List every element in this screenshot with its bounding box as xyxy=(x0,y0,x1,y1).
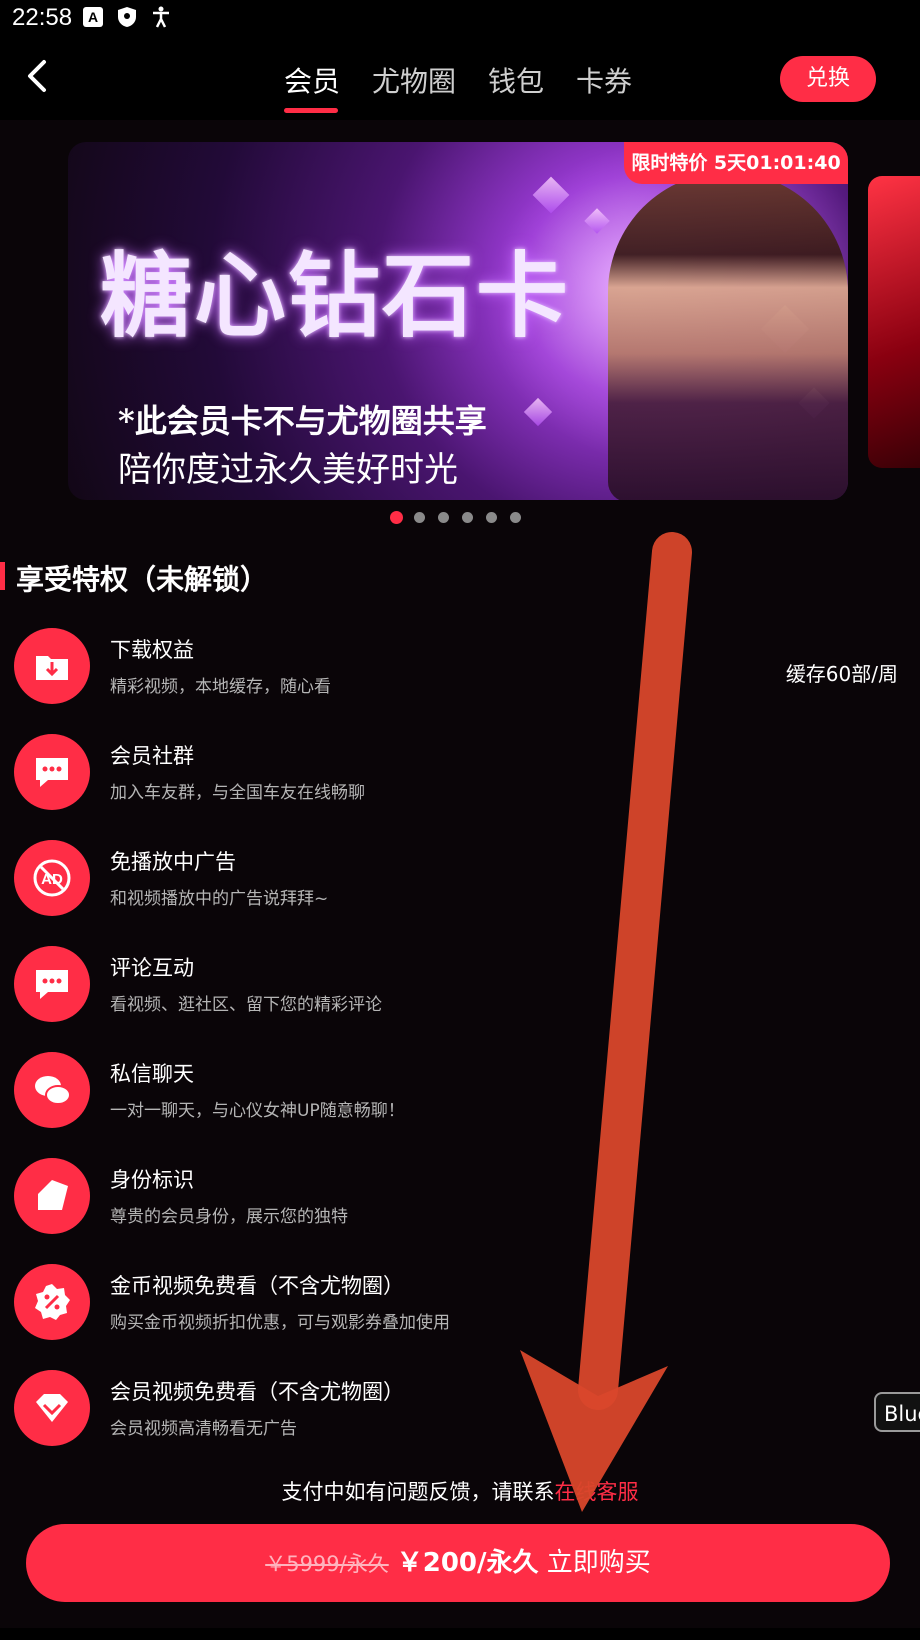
shield-icon xyxy=(118,7,136,27)
tab-member[interactable]: 会员 xyxy=(284,60,340,100)
privilege-name: 下载权益 xyxy=(110,638,194,662)
exchange-button[interactable]: 兑换 xyxy=(780,56,876,102)
chat-bubble-icon xyxy=(14,734,90,810)
privilege-item: AD 免播放中广告 和视频播放中的广告说拜拜~ xyxy=(0,840,920,930)
privilege-desc: 购买金币视频折扣优惠，可与观影券叠加使用 xyxy=(110,1313,450,1333)
accessibility-icon xyxy=(153,6,169,28)
model-photo xyxy=(608,172,848,500)
tag-icon xyxy=(14,1158,90,1234)
no-ads-icon: AD xyxy=(14,840,90,916)
privilege-desc: 精彩视频，本地缓存，随心看 xyxy=(110,677,331,697)
banner-slogan: 陪你度过永久美好时光 xyxy=(118,450,458,490)
privilege-name: 会员社群 xyxy=(110,744,194,768)
privilege-desc: 尊贵的会员身份，展示您的独特 xyxy=(110,1207,348,1227)
privileges-title: 享受特权（未解锁） xyxy=(16,563,269,596)
svg-text:A: A xyxy=(88,9,98,25)
privilege-item: 金币视频免费看（不含尤物圈） 购买金币视频折扣优惠，可与观影券叠加使用 xyxy=(0,1264,920,1354)
status-time: 22:58 xyxy=(12,4,73,31)
privilege-name: 评论互动 xyxy=(110,956,194,980)
buy-action-label: 立即购买 xyxy=(546,1548,651,1578)
carousel-dot[interactable] xyxy=(510,512,521,523)
carousel-dot[interactable] xyxy=(438,512,449,523)
buy-now-button[interactable]: ￥5999/永久 ￥200/永久 立即购买 xyxy=(26,1524,890,1602)
privilege-item: 下载权益 精彩视频，本地缓存，随心看 缓存60部/周 xyxy=(0,628,920,718)
online-service-link[interactable]: 在线客服 xyxy=(555,1480,639,1504)
privilege-desc: 和视频播放中的广告说拜拜~ xyxy=(110,889,329,909)
tab-youwuquan[interactable]: 尤物圈 xyxy=(372,60,456,100)
floating-side-tag[interactable]: Blue xyxy=(874,1392,920,1432)
tab-coupons[interactable]: 卡券 xyxy=(576,60,632,100)
carousel-dot[interactable] xyxy=(414,512,425,523)
privilege-desc: 一对一聊天，与心仪女神UP随意畅聊！ xyxy=(110,1101,405,1121)
privilege-desc: 会员视频高清畅看无广告 xyxy=(110,1419,297,1439)
privilege-item: 评论互动 看视频、逛社区、留下您的精彩评论 xyxy=(0,946,920,1036)
carousel-dot[interactable] xyxy=(462,512,473,523)
support-text: 支付中如有问题反馈，请联系 xyxy=(281,1480,555,1504)
privilege-desc: 加入车友群，与全国车友在线畅聊 xyxy=(110,783,365,803)
banner-note: *此会员卡不与尤物圈共享 xyxy=(118,402,487,440)
privilege-name: 金币视频免费看（不含尤物圈） xyxy=(110,1274,404,1298)
privilege-name: 身份标识 xyxy=(110,1168,194,1192)
bottom-edge xyxy=(0,1628,920,1640)
comment-icon xyxy=(14,946,90,1022)
sale-price: ￥200/永久 xyxy=(396,1548,539,1578)
carousel-dot[interactable] xyxy=(486,512,497,523)
discount-badge-icon xyxy=(14,1264,90,1340)
privilege-item: 私信聊天 一对一聊天，与心仪女神UP随意畅聊！ xyxy=(0,1052,920,1142)
privilege-item: 会员视频免费看（不含尤物圈） 会员视频高清畅看无广告 xyxy=(0,1370,920,1460)
top-nav: 会员 尤物圈 钱包 卡券 兑换 xyxy=(0,36,920,120)
privilege-quota: 缓存60部/周 xyxy=(785,662,898,686)
next-banner-preview[interactable] xyxy=(868,176,920,468)
banner-title: 糖心钻石卡 xyxy=(100,242,571,350)
privilege-desc: 看视频、逛社区、留下您的精彩评论 xyxy=(110,995,382,1015)
privilege-name: 私信聊天 xyxy=(110,1062,194,1086)
privilege-item: 会员社群 加入车友群，与全国车友在线畅聊 xyxy=(0,734,920,824)
download-folder-icon xyxy=(14,628,90,704)
diamond-icon xyxy=(14,1370,90,1446)
back-arrow-icon[interactable] xyxy=(18,54,62,98)
a-notification-icon: A xyxy=(83,7,103,27)
privilege-name: 会员视频免费看（不含尤物圈） xyxy=(110,1380,404,1404)
carousel-dot[interactable] xyxy=(390,511,403,524)
privilege-name: 免播放中广告 xyxy=(110,850,236,874)
messages-icon xyxy=(14,1052,90,1128)
original-price: ￥5999/永久 xyxy=(265,1552,389,1576)
membership-card-banner[interactable]: 糖心钻石卡 *此会员卡不与尤物圈共享 陪你度过永久美好时光 xyxy=(68,142,848,500)
limited-offer-badge: 限时特价 5天01:01:40 xyxy=(624,142,848,184)
active-tab-indicator xyxy=(284,108,338,113)
privilege-item: 身份标识 尊贵的会员身份，展示您的独特 xyxy=(0,1158,920,1248)
status-bar: 22:58 A xyxy=(0,0,920,36)
tab-wallet[interactable]: 钱包 xyxy=(488,60,544,100)
section-accent-bar xyxy=(0,562,5,590)
support-note: 支付中如有问题反馈，请联系在线客服 xyxy=(0,1476,920,1506)
